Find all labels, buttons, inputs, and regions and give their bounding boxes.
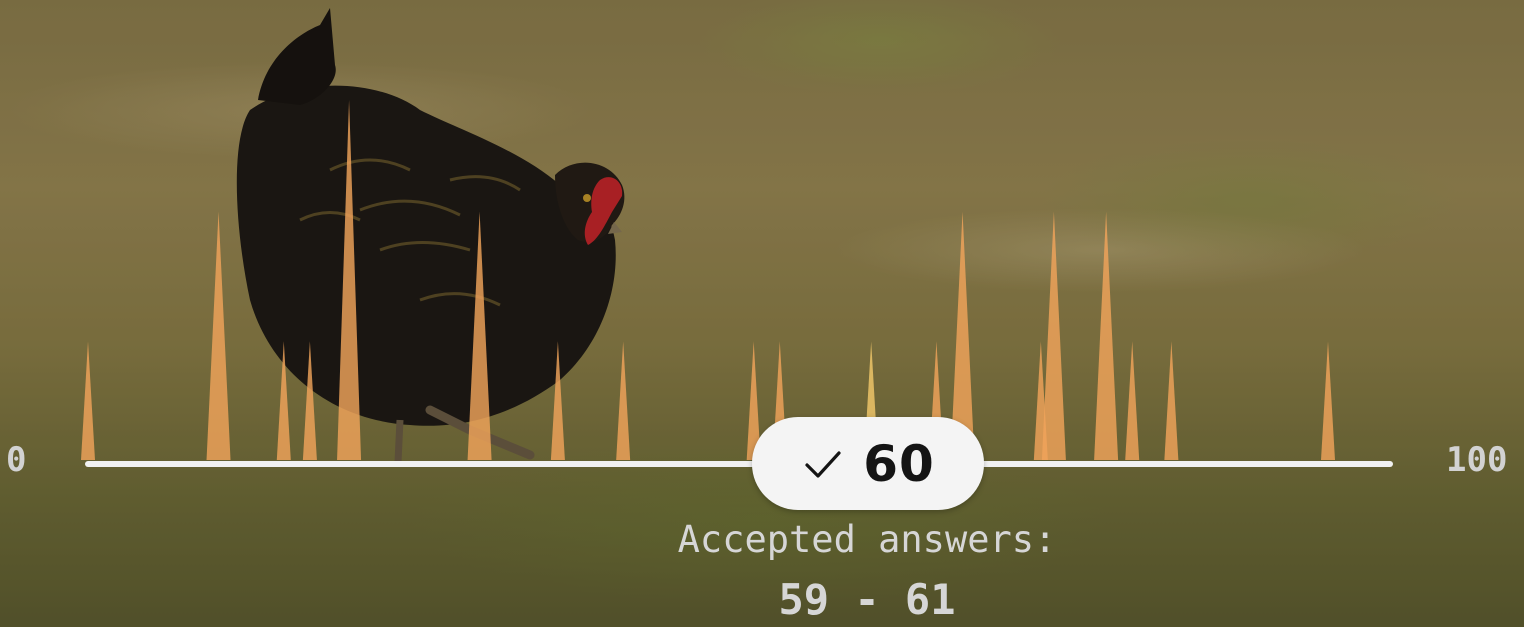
slider-max-label: 100 [1446, 440, 1508, 480]
accepted-answers-range: 59 - 61 [778, 575, 956, 624]
slider-track[interactable] [85, 461, 1393, 467]
answer-handle[interactable]: 60 [752, 417, 984, 510]
distribution-spike [81, 341, 95, 460]
accepted-answers-caption: Accepted answers: [677, 518, 1057, 561]
distribution-spike [1125, 341, 1140, 460]
distribution-spike [276, 341, 291, 460]
distribution-spike [1094, 211, 1119, 460]
slider-min-label: 0 [6, 440, 27, 480]
distribution-spike [1041, 211, 1066, 460]
guess-slider-screen: 0 100 60 Accepted answers: 59 - 61 [0, 0, 1524, 627]
answer-value: 60 [863, 434, 935, 493]
distribution-spike [467, 211, 492, 460]
distribution-spike [206, 211, 231, 460]
distribution-spike [1164, 341, 1179, 460]
distribution-spike [337, 100, 362, 460]
distribution-spike [302, 341, 317, 460]
check-icon [805, 450, 841, 478]
distribution-spike [1321, 341, 1335, 460]
distribution-spike [550, 341, 565, 460]
distribution-spike [616, 341, 631, 460]
